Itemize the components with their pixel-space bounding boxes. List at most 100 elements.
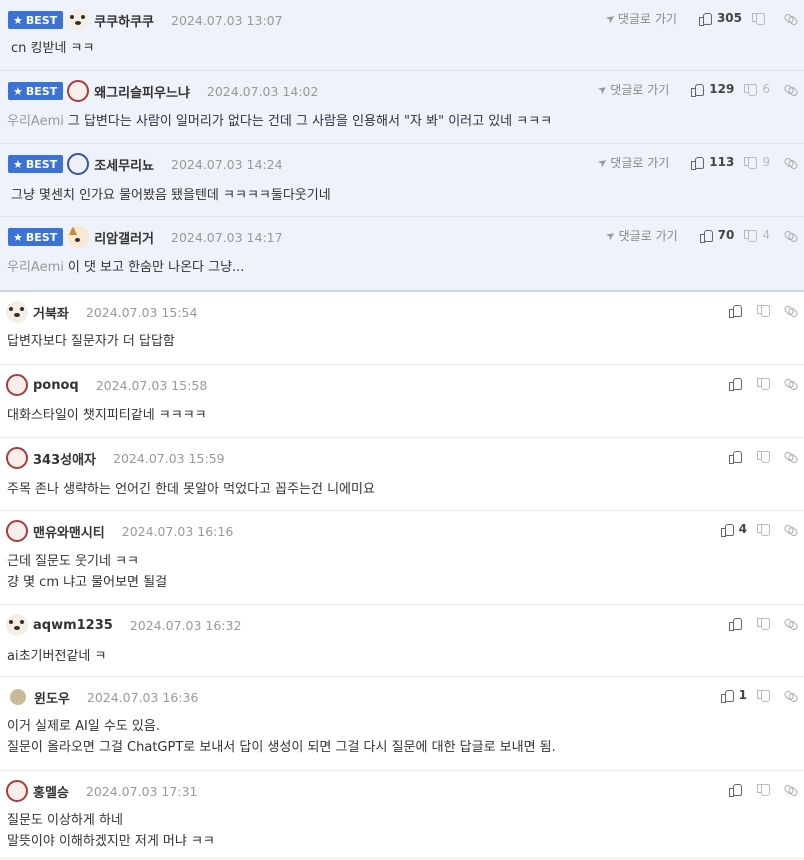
downvote-button[interactable]: 4 <box>744 228 770 242</box>
nickname[interactable]: ponoq <box>33 378 79 393</box>
go-to-reply-link[interactable]: ➤ 댓글로 가기 <box>604 227 678 244</box>
thumbs-down-icon <box>744 83 758 96</box>
nickname[interactable]: 조세무리뇨 <box>94 155 154 174</box>
downvote-button[interactable] <box>757 450 770 463</box>
comment-date: 2024.07.03 17:31 <box>85 783 198 799</box>
avatar[interactable] <box>6 614 28 636</box>
best-comment: ★ BEST 리암갤러거 2024.07.03 14:17 ➤ 댓글로 가기 70 4 우리Ae… <box>0 217 804 292</box>
avatar[interactable] <box>67 226 90 248</box>
comment-actions <box>719 614 796 632</box>
comment-header: ★ BEST 왜그리슬피우느냐 2024.07.03 14:02 <box>8 80 318 102</box>
thumbs-up-icon <box>720 689 734 703</box>
comment-body: 이거 실제로 AI일 수도 있음. 질문이 올라오면 그걸 ChatGPT로 보내… <box>7 716 556 758</box>
quoted-user[interactable]: 우리Aemi <box>7 260 64 275</box>
avatar[interactable] <box>6 447 28 469</box>
downvote-button[interactable] <box>757 689 770 702</box>
comment-date: 2024.07.03 15:54 <box>85 304 198 320</box>
upvote-button[interactable]: 129 <box>691 82 735 97</box>
avatar[interactable] <box>6 780 28 802</box>
avatar[interactable] <box>6 301 28 323</box>
link-icon[interactable] <box>784 523 796 535</box>
downvote-button[interactable] <box>752 12 770 25</box>
nickname[interactable]: 343성애자 <box>33 449 96 468</box>
best-badge-label: BEST <box>25 157 58 171</box>
upvote-count: 305 <box>716 11 742 25</box>
downvote-count: 6 <box>762 82 770 96</box>
thumbs-down-icon <box>757 523 770 536</box>
go-to-reply-link[interactable]: ➤ 댓글로 가기 <box>603 10 677 27</box>
downvote-button[interactable]: 6 <box>744 82 770 96</box>
comment-date: 2024.07.03 16:16 <box>121 523 234 539</box>
link-icon[interactable] <box>784 617 796 629</box>
downvote-count: 4 <box>762 228 770 242</box>
comment: aqwm1235 2024.07.03 16:32 ai초기버전같네 ㅋ <box>0 605 804 677</box>
thumbs-down-icon <box>757 783 770 796</box>
best-badge: ★ BEST <box>8 11 64 29</box>
comment-actions: ➤ 댓글로 가기 113 9 <box>595 153 796 171</box>
upvote-count: 129 <box>709 82 735 96</box>
link-icon[interactable] <box>784 783 796 795</box>
comment-line: 근데 질문도 웃기네 ㅋㅋ <box>7 554 139 569</box>
thumbs-down-icon <box>757 617 770 630</box>
avatar[interactable] <box>67 9 90 31</box>
avatar[interactable] <box>67 153 90 175</box>
avatar[interactable] <box>10 689 26 705</box>
best-badge: ★ BEST <box>8 228 64 246</box>
comment-header: ★ BEST 리암갤러거 2024.07.03 14:17 <box>8 226 283 248</box>
avatar[interactable] <box>67 80 90 102</box>
comment-actions <box>719 301 796 319</box>
link-icon[interactable] <box>784 377 796 389</box>
go-to-reply-label: 댓글로 가기 <box>618 228 678 243</box>
comment-list: ★ BEST 쿠쿠하쿠쿠 2024.07.03 13:07 ➤ 댓글로 가기 305 cn 킹… <box>0 0 804 859</box>
go-to-reply-link[interactable]: ➤ 댓글로 가기 <box>595 81 669 98</box>
comment-body: 우리Aemi 이 댓 보고 한숨만 나온다 그냥... <box>7 257 244 278</box>
comment-line: ai초기버전같네 ㅋ <box>7 649 107 664</box>
nickname[interactable]: 윈도우 <box>34 688 70 707</box>
quoted-user[interactable]: 우리Aemi <box>7 114 64 129</box>
upvote-button[interactable]: 70 <box>699 228 734 243</box>
nickname[interactable]: 리암갤러거 <box>94 228 154 247</box>
comment-date: 2024.07.03 13:07 <box>171 12 283 28</box>
nickname[interactable]: 쿠쿠하쿠쿠 <box>94 11 154 30</box>
link-icon[interactable] <box>784 156 796 168</box>
nickname[interactable]: 왜그리슬피우느냐 <box>94 82 190 101</box>
upvote-button[interactable] <box>729 617 747 631</box>
downvote-button[interactable] <box>757 783 770 796</box>
link-icon[interactable] <box>784 304 796 316</box>
downvote-button[interactable] <box>757 617 770 630</box>
comment-header: 343성애자 2024.07.03 15:59 <box>6 447 225 469</box>
downvote-button[interactable] <box>757 304 770 317</box>
comment-header: 홍멜승 2024.07.03 17:31 <box>6 780 198 802</box>
upvote-button[interactable]: 1 <box>720 688 747 703</box>
upvote-button[interactable] <box>729 783 747 797</box>
upvote-count: 1 <box>738 688 747 702</box>
downvote-button[interactable]: 9 <box>744 155 770 169</box>
link-icon[interactable] <box>784 689 796 701</box>
upvote-button[interactable]: 113 <box>691 155 734 170</box>
comment-line: 걍 몇 cm 냐고 물어보면 될걸 <box>7 575 168 590</box>
nickname[interactable]: aqwm1235 <box>33 618 113 633</box>
link-icon[interactable] <box>784 450 796 462</box>
link-icon[interactable] <box>784 83 796 95</box>
nickname[interactable]: 맨유와맨시티 <box>33 522 105 541</box>
go-to-reply-link[interactable]: ➤ 댓글로 가기 <box>595 154 670 171</box>
downvote-button[interactable] <box>757 377 770 390</box>
thumbs-up-icon <box>691 83 705 97</box>
upvote-button[interactable]: 4 <box>720 522 747 537</box>
avatar[interactable] <box>6 374 28 396</box>
nickname[interactable]: 거북좌 <box>33 303 69 322</box>
avatar[interactable] <box>6 520 28 542</box>
upvote-button[interactable]: 305 <box>698 11 742 26</box>
nickname[interactable]: 홍멜승 <box>33 782 69 801</box>
link-icon[interactable] <box>784 229 796 241</box>
link-icon[interactable] <box>784 12 796 24</box>
star-icon: ★ <box>13 84 23 98</box>
go-to-reply-label: 댓글로 가기 <box>610 155 670 170</box>
upvote-button[interactable] <box>729 450 747 464</box>
upvote-button[interactable] <box>729 377 747 391</box>
comment-header: 맨유와맨시티 2024.07.03 16:16 <box>6 520 234 542</box>
downvote-button[interactable] <box>757 523 770 536</box>
upvote-button[interactable] <box>729 304 747 318</box>
comment-actions <box>719 374 796 392</box>
comment-header: 윈도우 2024.07.03 16:36 <box>6 687 198 707</box>
